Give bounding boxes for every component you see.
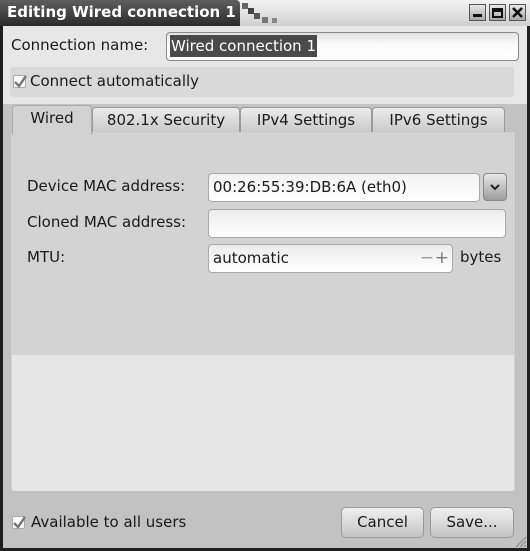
title-bar[interactable]: Editing Wired connection 1 bbox=[0, 0, 530, 26]
connection-header: Connection name: Wired connection 1 Conn… bbox=[3, 26, 527, 104]
titlebar-decoration bbox=[254, 13, 260, 19]
wired-tab-panel: Device MAC address: 00:26:55:39:DB:6A (e… bbox=[11, 132, 515, 491]
mtu-unit-label: bytes bbox=[460, 248, 502, 266]
tab-ipv4-settings[interactable]: IPv4 Settings bbox=[240, 107, 372, 133]
minimize-button[interactable] bbox=[469, 4, 486, 21]
window-controls bbox=[469, 4, 526, 21]
available-to-all-users-checkbox[interactable] bbox=[12, 516, 26, 529]
connect-automatically-row[interactable]: Connect automatically bbox=[10, 67, 514, 97]
mtu-value: automatic bbox=[213, 249, 289, 267]
dialog-body: Connection name: Wired connection 1 Conn… bbox=[3, 26, 527, 548]
tab-wired[interactable]: Wired bbox=[12, 105, 92, 135]
tab-8021x-security[interactable]: 802.1x Security bbox=[92, 107, 240, 133]
device-mac-label: Device MAC address: bbox=[27, 177, 186, 195]
close-button[interactable] bbox=[509, 4, 526, 21]
resize-grip-icon[interactable] bbox=[513, 534, 527, 548]
checkmark-icon bbox=[13, 516, 26, 529]
cancel-button[interactable]: Cancel bbox=[341, 507, 424, 538]
connection-editor-window: Editing Wired connection 1 Connection na… bbox=[0, 0, 530, 551]
save-button[interactable]: Save... bbox=[430, 507, 514, 538]
mtu-increment-button[interactable]: + bbox=[435, 248, 449, 268]
mtu-spinbox[interactable]: automatic − + bbox=[208, 244, 453, 273]
minimize-icon bbox=[473, 14, 482, 17]
connection-name-value: Wired connection 1 bbox=[170, 35, 317, 57]
titlebar-decoration bbox=[272, 18, 277, 23]
titlebar-decoration bbox=[262, 17, 268, 23]
window-title: Editing Wired connection 1 bbox=[7, 3, 236, 21]
maximize-button[interactable] bbox=[489, 4, 506, 21]
device-mac-value: 00:26:55:39:DB:6A (eth0) bbox=[213, 178, 407, 196]
available-to-all-users-label: Available to all users bbox=[31, 513, 187, 531]
connect-automatically-checkbox[interactable] bbox=[13, 75, 27, 88]
connection-name-label: Connection name: bbox=[11, 36, 149, 54]
close-icon bbox=[512, 7, 523, 18]
chevron-down-icon bbox=[490, 184, 500, 191]
device-mac-dropdown-button[interactable] bbox=[483, 173, 507, 201]
checkmark-icon bbox=[14, 75, 27, 88]
mtu-label: MTU: bbox=[27, 248, 66, 266]
mtu-decrement-button[interactable]: − bbox=[420, 248, 434, 268]
maximize-icon bbox=[492, 8, 503, 18]
device-mac-combo[interactable]: 00:26:55:39:DB:6A (eth0) bbox=[208, 173, 480, 202]
title-tab: Editing Wired connection 1 bbox=[0, 0, 240, 26]
cloned-mac-input[interactable] bbox=[208, 209, 506, 238]
connect-automatically-label: Connect automatically bbox=[30, 72, 200, 90]
tab-ipv6-settings[interactable]: IPv6 Settings bbox=[372, 107, 505, 133]
panel-empty-area bbox=[12, 355, 514, 491]
cloned-mac-label: Cloned MAC address: bbox=[27, 213, 187, 231]
connection-name-input[interactable]: Wired connection 1 bbox=[166, 32, 519, 61]
